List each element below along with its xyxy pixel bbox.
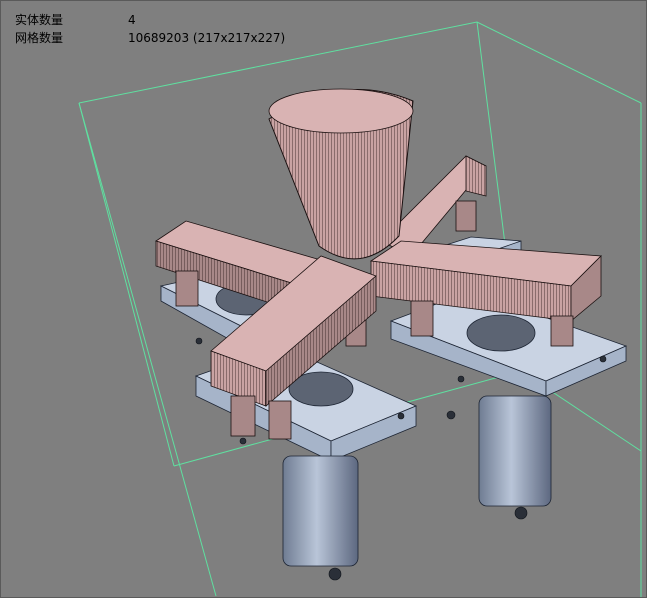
model-scene[interactable] xyxy=(1,1,647,598)
funnel-shaft xyxy=(268,88,414,260)
3d-viewport[interactable]: 实体数量 4 网格数量 10689203 (217x217x227) xyxy=(0,0,647,598)
mesh-count-value: 10689203 (217x217x227) xyxy=(128,31,286,45)
mesh-count-label: 网格数量 xyxy=(15,31,64,45)
entity-count-row: 实体数量 4 xyxy=(15,11,285,29)
tube-right xyxy=(478,395,552,520)
tube-back-tip xyxy=(446,410,456,420)
info-panel: 实体数量 4 网格数量 10689203 (217x217x227) xyxy=(15,11,285,47)
tube-front xyxy=(282,455,359,581)
entity-count-label: 实体数量 xyxy=(15,13,64,27)
mesh-count-row: 网格数量 10689203 (217x217x227) xyxy=(15,29,285,47)
entity-count-value: 4 xyxy=(128,13,136,27)
